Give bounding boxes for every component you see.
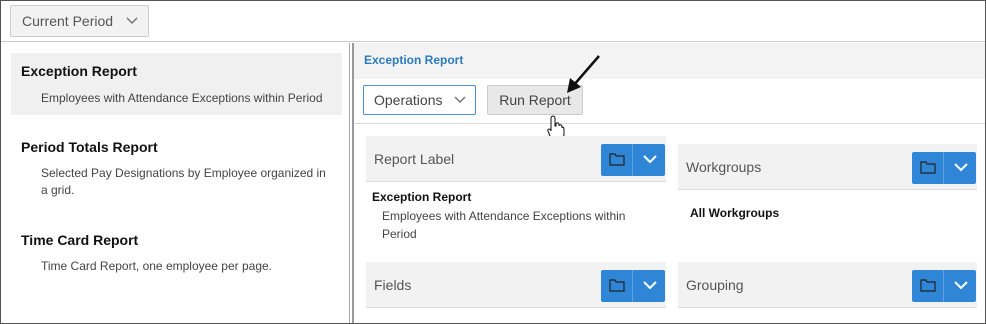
report-item-description: Employees with Attendance Exceptions wit…	[41, 91, 323, 105]
top-bar: Current Period	[1, 1, 985, 42]
card-label: Workgroups	[686, 159, 762, 175]
card-label: Fields	[374, 277, 412, 293]
chevron-down-icon	[954, 163, 968, 172]
report-item-time-card[interactable]: Time Card Report Time Card Report, one e…	[11, 222, 342, 278]
folder-icon	[609, 279, 625, 292]
chevron-down-icon	[643, 281, 657, 290]
operations-select[interactable]: Operations	[363, 85, 476, 115]
report-detail-panel: Exception Report Operations Run Report R…	[352, 43, 985, 323]
card-header: Workgroups	[678, 144, 977, 190]
card-header: Fields	[366, 262, 666, 308]
chevron-down-icon	[643, 155, 657, 164]
chevron-down-icon	[454, 96, 466, 104]
report-item-title: Time Card Report	[21, 232, 139, 248]
fields-card: Fields	[366, 262, 666, 308]
detail-toolbar: Operations Run Report	[354, 79, 985, 124]
report-label-description: Employees with Attendance Exceptions wit…	[382, 209, 626, 241]
report-item-exception[interactable]: Exception Report Employees with Attendan…	[11, 53, 342, 115]
card-menu-button[interactable]	[912, 152, 976, 184]
report-label-title: Exception Report	[372, 190, 472, 204]
card-label: Report Label	[374, 151, 455, 167]
card-menu-button[interactable]	[912, 270, 976, 302]
detail-header: Exception Report	[354, 43, 985, 79]
chevron-down-icon	[954, 281, 968, 290]
period-select-value: Current Period	[22, 13, 114, 29]
report-item-title: Period Totals Report	[21, 139, 158, 155]
report-label-card: Report Label Exception Report Employees …	[366, 136, 666, 251]
report-item-description: Selected Pay Designations by Employee or…	[41, 166, 326, 197]
folder-icon	[920, 161, 936, 174]
report-item-period-totals[interactable]: Period Totals Report Selected Pay Design…	[11, 129, 342, 201]
card-menu-button[interactable]	[601, 144, 665, 176]
detail-title: Exception Report	[364, 53, 464, 67]
report-item-title: Exception Report	[21, 63, 137, 79]
grouping-card: Grouping	[678, 262, 977, 308]
operations-select-value: Operations	[374, 92, 443, 108]
annotation-arrow-icon	[567, 55, 600, 93]
workgroups-value: All Workgroups	[690, 206, 780, 220]
chevron-down-icon	[126, 17, 138, 25]
folder-icon	[920, 279, 936, 292]
folder-icon	[609, 153, 625, 166]
card-label: Grouping	[686, 277, 744, 293]
card-header: Grouping	[678, 262, 977, 308]
report-item-description: Time Card Report, one employee per page.	[41, 259, 273, 273]
workgroups-card: Workgroups All Workgroups	[678, 144, 977, 228]
period-select[interactable]: Current Period	[10, 5, 149, 37]
card-header: Report Label	[366, 136, 666, 182]
card-body: Exception Report Employees with Attendan…	[366, 182, 666, 251]
card-menu-button[interactable]	[601, 270, 665, 302]
card-body: All Workgroups	[678, 190, 977, 228]
report-list: Exception Report Employees with Attendan…	[1, 43, 350, 323]
